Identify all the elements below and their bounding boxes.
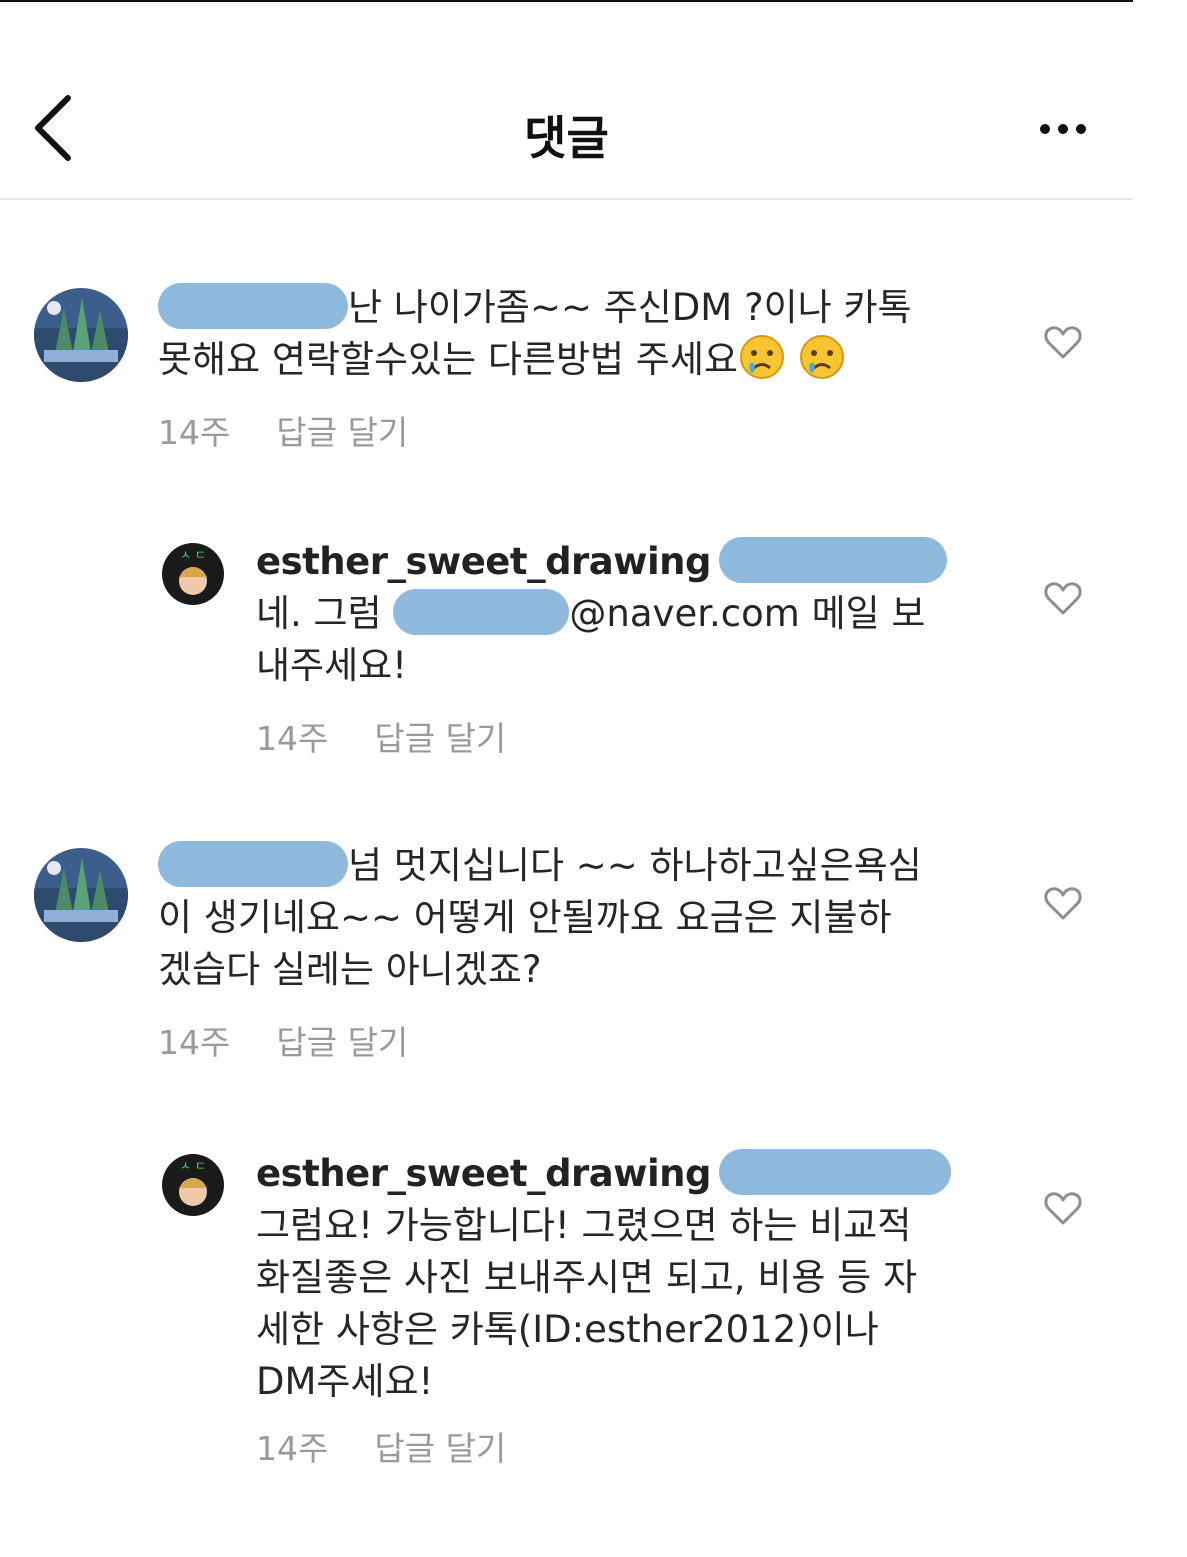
- comment-text: esther_sweet_drawing 네. 그럼 @naver.com 메일…: [256, 536, 947, 692]
- comment-username[interactable]: esther_sweet_drawing: [256, 540, 711, 583]
- reply-button[interactable]: 답글 달기: [374, 719, 506, 758]
- comment-meta: 14주 답글 달기: [158, 406, 408, 454]
- heart-icon[interactable]: [1043, 578, 1083, 618]
- comment-text: 넘 멋지십니다 ~~ 하나하고싶은욕심 이 생기네요~~ 어떻게 안될까요 요금…: [158, 840, 922, 996]
- crying-face-emoji: [799, 334, 844, 379]
- more-options-icon[interactable]: [1036, 114, 1090, 144]
- redacted-username: [158, 840, 348, 887]
- redacted-username: [158, 282, 348, 329]
- comment-time: 14주: [256, 1429, 329, 1468]
- status-bar-divider: [0, 0, 1133, 2]
- comment-time: 14주: [158, 413, 231, 452]
- comment-username[interactable]: esther_sweet_drawing: [256, 1152, 711, 1195]
- svg-text:ㅅ ㄷ: ㅅ ㄷ: [180, 548, 206, 562]
- header-bar: 댓글: [0, 58, 1133, 200]
- avatar[interactable]: [34, 288, 128, 382]
- redacted-email: [393, 588, 570, 635]
- redacted-text: [718, 1148, 951, 1195]
- reply-button[interactable]: 답글 달기: [276, 413, 408, 452]
- reply-button[interactable]: 답글 달기: [374, 1429, 506, 1468]
- comment-text: esther_sweet_drawing 그럼요! 가능합니다! 그렸으면 하는…: [256, 1148, 951, 1408]
- heart-icon[interactable]: [1043, 1188, 1083, 1228]
- avatar[interactable]: ㅅ ㄷ: [162, 1154, 224, 1216]
- comment-text: 난 나이가좀~~ 주신DM ?이나 카톡 못해요 연락할수있는 다른방법 주세요: [158, 282, 912, 386]
- redacted-text: [718, 536, 947, 583]
- comment-meta: 14주 답글 달기: [256, 712, 506, 760]
- comment-time: 14주: [256, 719, 329, 758]
- comment-meta: 14주 답글 달기: [158, 1016, 408, 1064]
- heart-icon[interactable]: [1043, 883, 1083, 923]
- comment-meta: 14주 답글 달기: [256, 1422, 506, 1470]
- reply-button[interactable]: 답글 달기: [276, 1023, 408, 1062]
- avatar[interactable]: [34, 848, 128, 942]
- comment-time: 14주: [158, 1023, 231, 1062]
- svg-text:ㅅ ㄷ: ㅅ ㄷ: [180, 1159, 206, 1173]
- crying-face-emoji: [739, 334, 784, 379]
- page-title: 댓글: [524, 111, 609, 165]
- avatar[interactable]: ㅅ ㄷ: [162, 543, 224, 605]
- heart-icon[interactable]: [1043, 322, 1083, 362]
